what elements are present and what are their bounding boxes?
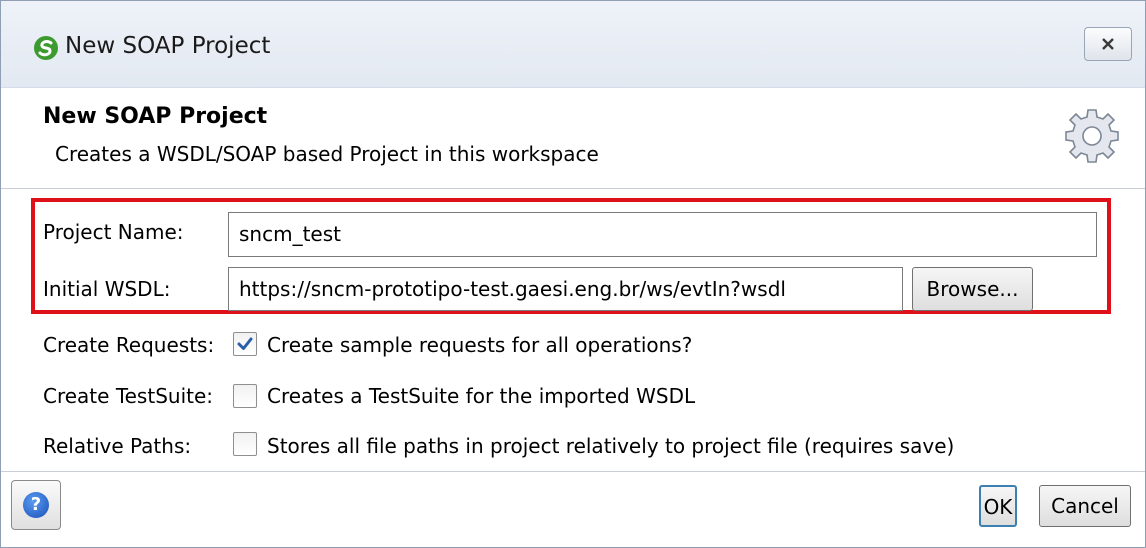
ok-button[interactable]: OK [979,485,1017,527]
window-title: New SOAP Project [65,33,271,59]
initial-wsdl-input[interactable]: https://sncm-prototipo-test.gaesi.eng.br… [228,267,903,311]
wizard-header: New SOAP Project Creates a WSDL/SOAP bas… [1,88,1145,189]
cancel-button[interactable]: Cancel [1039,485,1131,527]
help-button[interactable]: ? [11,480,61,530]
close-button[interactable] [1084,27,1132,61]
create-requests-checkbox[interactable] [233,332,257,356]
soapui-icon [34,36,58,60]
check-icon [237,337,253,350]
relative-paths-checkbox[interactable] [233,432,257,456]
close-icon [1102,38,1114,50]
header-subtitle: Creates a WSDL/SOAP based Project in thi… [55,142,599,166]
browse-button[interactable]: Browse... [912,267,1033,311]
new-soap-project-dialog: New SOAP Project New SOAP Project Create… [0,0,1146,548]
create-requests-label: Create Requests: [43,333,215,357]
gear-icon [1065,109,1119,163]
create-testsuite-checkbox[interactable] [233,384,257,408]
create-requests-option[interactable]: Create sample requests for all operation… [267,333,692,357]
relative-paths-label: Relative Paths: [43,434,192,458]
create-testsuite-label: Create TestSuite: [43,384,214,408]
project-name-label: Project Name: [43,220,184,244]
relative-paths-option[interactable]: Stores all file paths in project relativ… [267,434,954,458]
project-name-input[interactable]: sncm_test [228,212,1097,257]
help-icon: ? [23,492,49,518]
header-title: New SOAP Project [43,104,268,129]
title-bar[interactable]: New SOAP Project [1,1,1145,88]
initial-wsdl-label: Initial WSDL: [43,277,171,301]
footer-divider [1,471,1145,472]
create-testsuite-option[interactable]: Creates a TestSuite for the imported WSD… [267,384,695,408]
